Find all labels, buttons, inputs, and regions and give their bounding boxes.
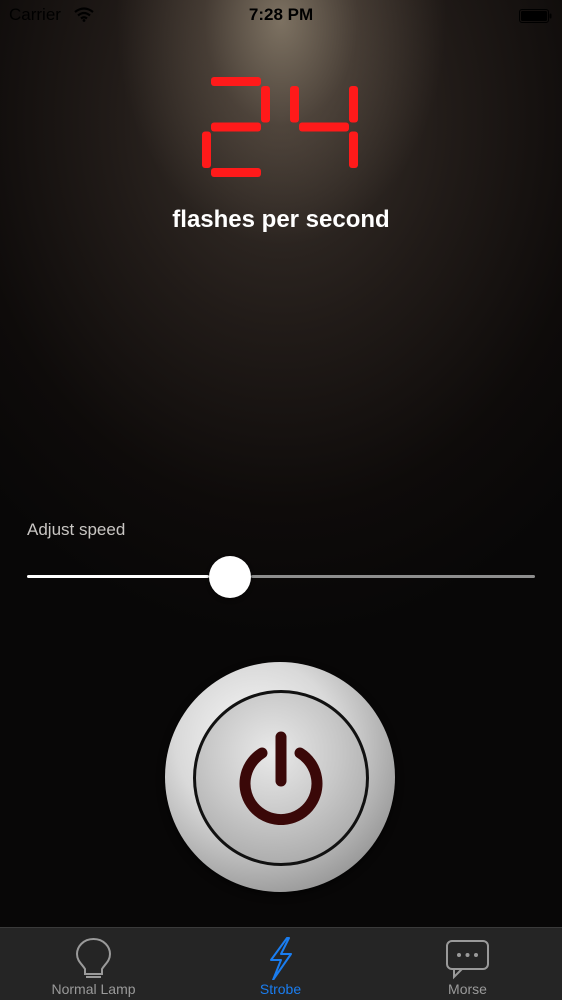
tab-normal-lamp[interactable]: Normal Lamp	[0, 928, 187, 1000]
segment-a	[211, 77, 261, 86]
segment-g	[299, 122, 349, 132]
battery-icon	[519, 8, 552, 23]
strobe-screen: Carrier 7:28 PM flashes per second Adjus…	[0, 0, 562, 1000]
clock: 7:28 PM	[248, 5, 314, 24]
status-bar: Carrier 7:28 PM	[0, 0, 562, 32]
seven-segment-display	[190, 72, 370, 182]
tab-label: Morse	[448, 981, 487, 997]
tab-morse[interactable]: Morse	[374, 928, 561, 1000]
segment-b	[261, 86, 270, 123]
segment-c	[349, 131, 358, 168]
segment-f	[290, 86, 299, 123]
segment-g	[211, 122, 261, 132]
tab-label: Strobe	[259, 981, 302, 997]
slider-track-empty	[251, 575, 535, 578]
tab-label: Normal Lamp	[51, 981, 136, 997]
speech-bubble-icon	[374, 936, 561, 980]
segment-d	[211, 168, 261, 177]
slider-thumb[interactable]	[209, 556, 252, 598]
power-button-face	[193, 690, 369, 866]
tab-bar: Normal Lamp Strobe Morse	[0, 927, 562, 1000]
power-button[interactable]	[165, 662, 395, 892]
slider-track-filled	[27, 575, 210, 578]
speed-slider[interactable]	[27, 556, 535, 598]
segment-b	[349, 86, 358, 123]
adjust-speed-label: Adjust speed	[27, 520, 126, 539]
unit-label: flashes per second	[172, 206, 390, 233]
lightbulb-icon	[0, 936, 187, 980]
lightning-bolt-icon	[187, 936, 374, 981]
power-icon	[234, 731, 328, 826]
tab-strobe[interactable]: Strobe	[187, 928, 374, 1000]
segment-e	[202, 131, 211, 168]
